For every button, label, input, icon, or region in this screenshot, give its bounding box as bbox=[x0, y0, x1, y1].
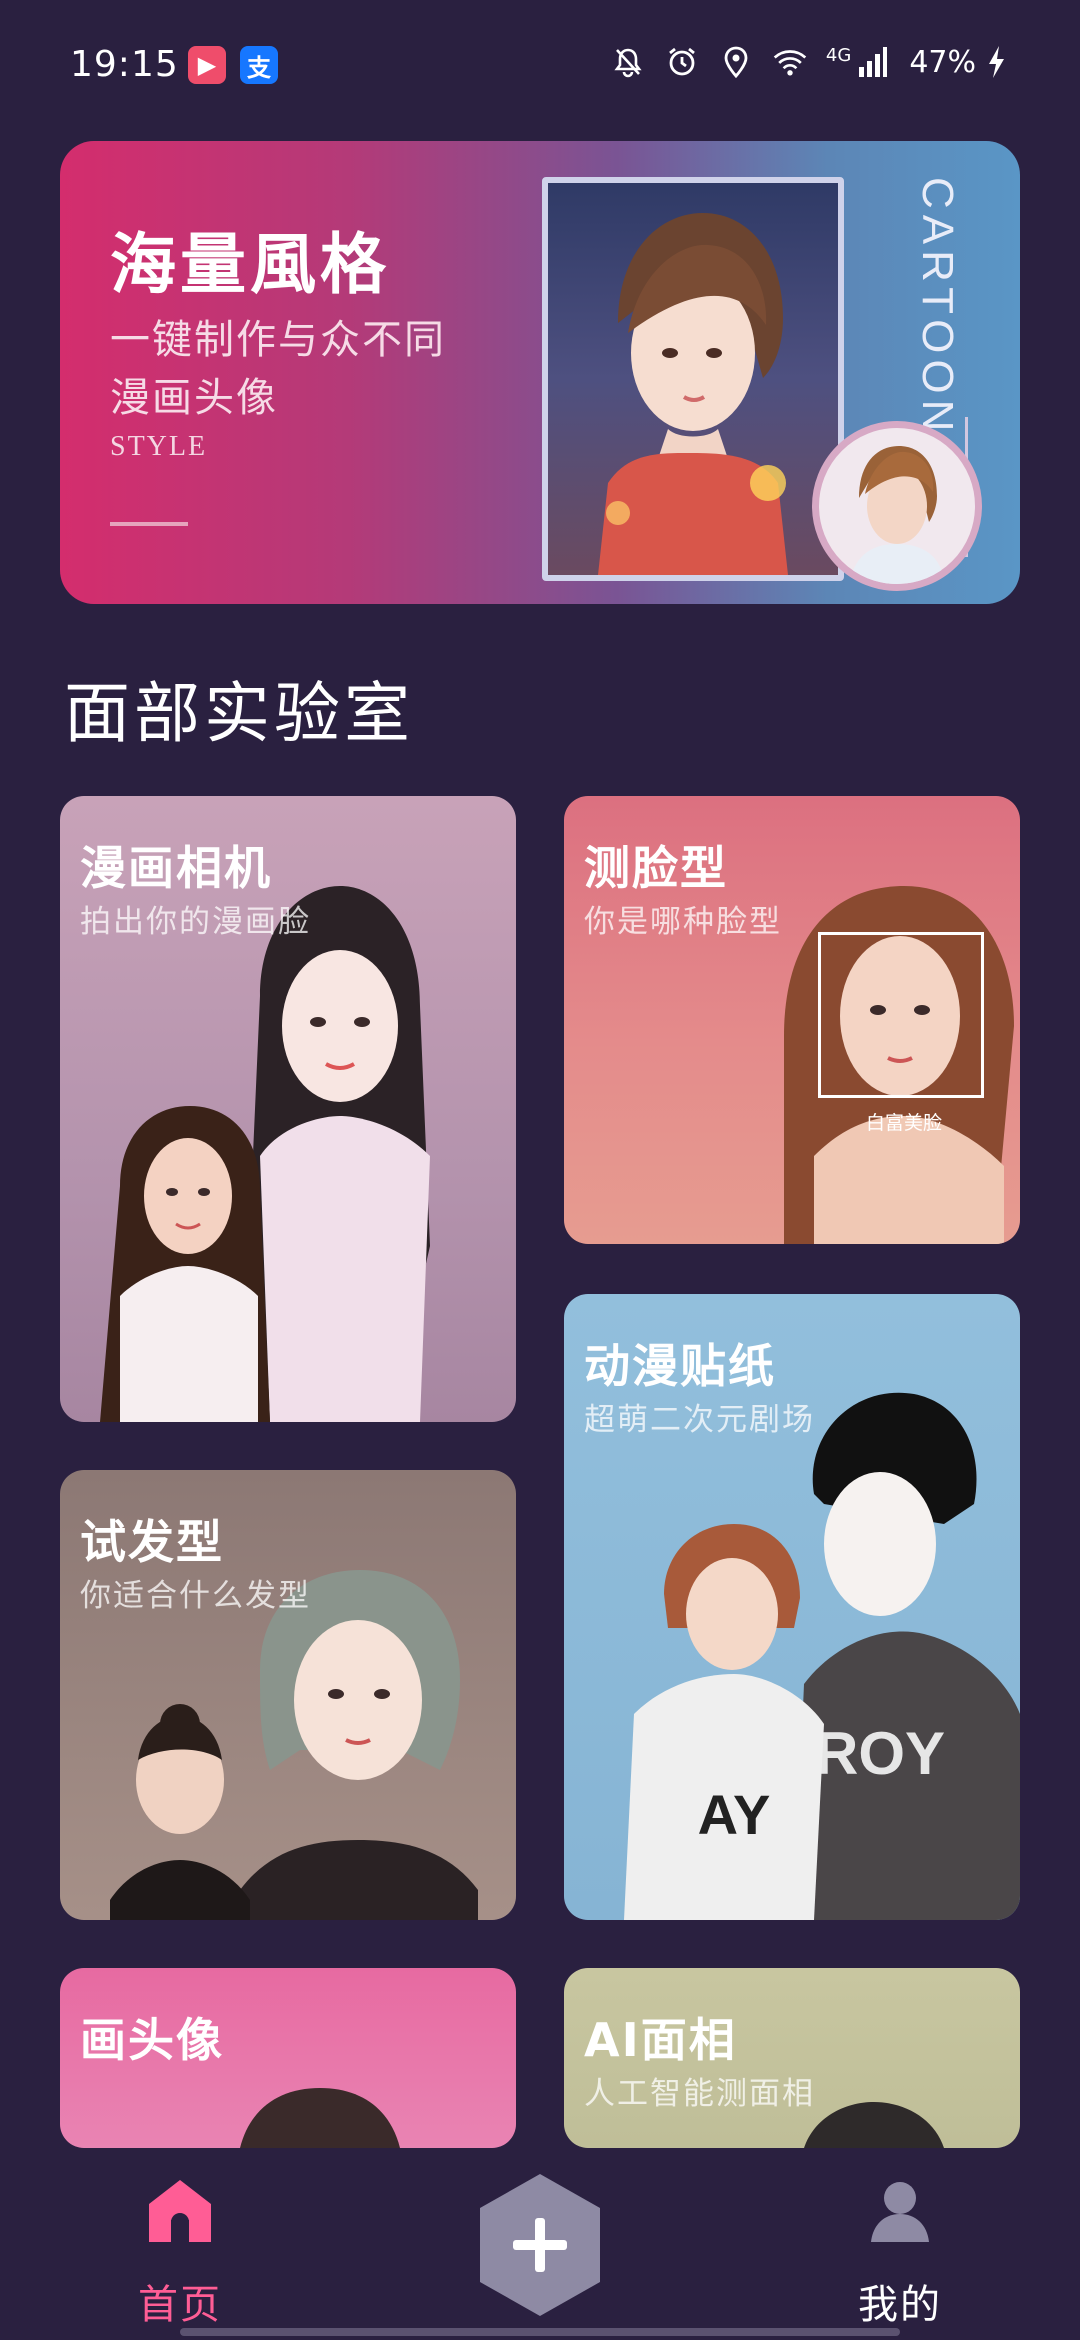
banner-divider bbox=[110, 522, 188, 526]
status-icons: 4G 47% bbox=[610, 44, 1014, 80]
card-ai-face-reading[interactable]: AI面相 人工智能测面相 bbox=[564, 1968, 1020, 2148]
card-face-shape[interactable]: 白富美脸 测脸型 你是哪种脸型 bbox=[564, 796, 1020, 1244]
battery-percent: 47% bbox=[909, 44, 976, 80]
nav-home-label: 首页 bbox=[138, 2282, 222, 2328]
anime-sticker-subtitle: 超萌二次元剧场 bbox=[584, 1402, 815, 1438]
hairstyle-title: 试发型 bbox=[80, 1515, 224, 1569]
user-icon bbox=[865, 2176, 935, 2250]
card-anime-sticker[interactable]: ROY AY 动漫贴纸 超萌二次元剧场 bbox=[564, 1294, 1020, 1920]
face-shape-title: 测脸型 bbox=[584, 841, 728, 895]
face-shape-label: 白富美脸 bbox=[866, 1112, 943, 1134]
banner-subtitle-2: 漫画头像 bbox=[110, 375, 278, 421]
face-detect-frame bbox=[818, 932, 984, 1098]
svg-text:ROY: ROY bbox=[815, 1720, 945, 1787]
nav-me[interactable]: 我的 bbox=[840, 2176, 960, 2330]
location-icon bbox=[718, 44, 754, 80]
hairstyle-subtitle: 你适合什么发型 bbox=[80, 1578, 311, 1614]
charging-icon bbox=[978, 44, 1014, 80]
plus-hexagon-icon bbox=[480, 2174, 600, 2316]
alarm-icon bbox=[664, 44, 700, 80]
network-type: 4G bbox=[825, 44, 852, 66]
status-time: 19:15 bbox=[70, 44, 179, 85]
signal-icon bbox=[855, 44, 891, 80]
banner-real-photo bbox=[812, 421, 982, 591]
banner-title: 海量風格 bbox=[110, 225, 390, 303]
draw-avatar-title: 画头像 bbox=[80, 2013, 224, 2067]
status-bar: 19:15 ▶ 支 4G 47% bbox=[0, 0, 1080, 130]
svg-text:AY: AY bbox=[698, 1783, 771, 1846]
ai-face-subtitle: 人工智能测面相 bbox=[584, 2076, 815, 2112]
home-icon bbox=[145, 2176, 215, 2250]
banner-cartoon-text: CARTOON bbox=[913, 177, 962, 438]
face-shape-subtitle: 你是哪种脸型 bbox=[584, 904, 782, 940]
card-hairstyle[interactable]: 试发型 你适合什么发型 bbox=[60, 1470, 516, 1920]
card-manga-camera[interactable]: 漫画相机 拍出你的漫画脸 bbox=[60, 796, 516, 1422]
video-app-icon: ▶ bbox=[188, 46, 226, 84]
anime-sticker-title: 动漫贴纸 bbox=[584, 1339, 776, 1393]
wifi-icon bbox=[772, 44, 808, 80]
mute-bell-icon bbox=[610, 44, 646, 80]
section-title: 面部实验室 bbox=[64, 675, 414, 752]
nav-me-label: 我的 bbox=[858, 2282, 942, 2328]
card-draw-avatar[interactable]: 画头像 bbox=[60, 1968, 516, 2148]
ai-face-title: AI面相 bbox=[584, 2013, 737, 2067]
add-button[interactable] bbox=[474, 2170, 606, 2320]
banner-subtitle-1: 一键制作与众不同 bbox=[110, 317, 446, 363]
banner-style-text: STYLE bbox=[110, 431, 208, 462]
nav-home[interactable]: 首页 bbox=[120, 2176, 240, 2330]
cartoon-style-banner[interactable]: 海量風格 一键制作与众不同 漫画头像 STYLE CARTOON bbox=[60, 141, 1020, 604]
alipay-icon: 支 bbox=[240, 46, 278, 84]
banner-cartoon-portrait bbox=[542, 177, 844, 581]
manga-camera-subtitle: 拍出你的漫画脸 bbox=[80, 904, 311, 940]
home-indicator[interactable] bbox=[180, 2328, 900, 2336]
bottom-navigation: 首页 我的 bbox=[0, 2148, 1080, 2340]
manga-camera-title: 漫画相机 bbox=[80, 841, 272, 895]
